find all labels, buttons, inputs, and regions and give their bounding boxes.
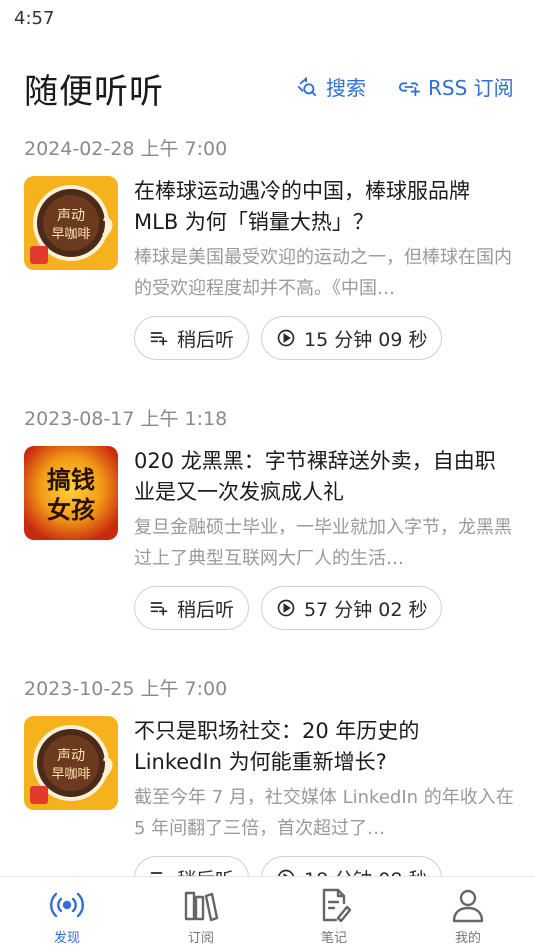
nav-label: 订阅 — [187, 931, 214, 946]
page-title: 随便听听 — [24, 72, 164, 112]
episode-description: 复旦金融硕士毕业，一毕业就加入字节，龙黑黑 过上了典型互联网大厂人的生活… — [134, 517, 512, 569]
svg-text:声动: 声动 — [57, 748, 85, 764]
listen-later-button[interactable]: 稍后听 — [134, 856, 250, 877]
duration-label: 15 分钟 09 秒 — [304, 328, 428, 351]
play-circle-icon — [277, 869, 295, 876]
play-circle-icon — [277, 329, 295, 347]
rss-subscribe-button[interactable]: RSS 订阅 — [398, 72, 514, 101]
nav-label: 发现 — [53, 931, 80, 946]
listen-later-label: 稍后听 — [177, 598, 235, 621]
episode-title[interactable]: 不只是职场社交：20 年历史的 LinkedIn 为何能重新增长? — [134, 716, 514, 778]
broadcast-icon — [50, 892, 84, 918]
svg-text:早咖啡: 早咖啡 — [51, 227, 90, 242]
episode-date: 2023-10-25 上午 7:00 — [24, 678, 228, 700]
nav-tab-discover[interactable]: 发现 — [27, 887, 107, 946]
episode-card[interactable]: 2023-10-25 上午 7:00 声动 早咖啡 不只是职场社交：20 年历史… — [0, 664, 535, 876]
episode-title[interactable]: 在棒球运动遇冷的中国，棒球服品牌 MLB 为何「销量大热」？ — [134, 176, 514, 238]
play-circle-icon — [277, 599, 295, 617]
search-button[interactable]: 搜索 — [296, 72, 366, 101]
person-icon — [452, 889, 484, 923]
coffee-cup-cover-icon: 声动 早咖啡 — [24, 716, 118, 810]
nav-label: 笔记 — [320, 931, 347, 946]
library-icon — [184, 891, 219, 922]
nav-tab-notes[interactable]: 笔记 — [294, 887, 374, 946]
podcast-cover-shengdong[interactable]: 声动 早咖啡 — [24, 716, 118, 810]
play-duration-button[interactable]: 18 分钟 08 秒 — [261, 856, 443, 877]
episode-date: 2023-08-17 上午 1:18 — [24, 408, 228, 430]
episode-feed[interactable]: 2024-02-28 上午 7:00 声动 早咖啡 在棒球运动遇冷的中国，棒球服… — [0, 124, 535, 876]
playlist-add-icon — [150, 602, 168, 616]
svg-text:声动: 声动 — [57, 208, 85, 224]
episode-description: 截至今年 7 月，社交媒体 LinkedIn 的年收入在 5 年间翻了三倍，首次… — [134, 787, 514, 839]
coffee-cup-cover-icon: 声动 早咖啡 — [24, 176, 118, 270]
header: 随便听听 搜索 RSS 订阅 — [0, 58, 535, 114]
search-icon — [297, 76, 317, 96]
listen-later-button[interactable]: 稍后听 — [134, 316, 250, 360]
bottom-navigation: 发现 订阅 笔记 我的 — [0, 876, 535, 951]
playlist-add-icon — [150, 872, 163, 874]
duration-label: 57 分钟 02 秒 — [304, 598, 428, 621]
play-duration-button[interactable]: 57 分钟 02 秒 — [261, 586, 443, 630]
status-time: 4:57 — [14, 8, 55, 29]
play-duration-button[interactable]: 15 分钟 09 秒 — [261, 316, 443, 360]
episode-description: 棒球是美国最受欢迎的运动之一，但棒球在国内的受欢迎程度却并不高。《中国… — [134, 247, 512, 299]
nav-tab-subscriptions[interactable]: 订阅 — [161, 887, 241, 946]
duration-label: 18 分钟 08 秒 — [304, 865, 427, 877]
status-bar: 4:57 — [0, 0, 535, 40]
gaoqian-cover-icon: 搞钱 女孩 — [24, 446, 118, 540]
podcast-cover-shengdong[interactable]: 声动 早咖啡 — [24, 176, 118, 270]
episode-card[interactable]: 2024-02-28 上午 7:00 声动 早咖啡 在棒球运动遇冷的中国，棒球服… — [0, 124, 535, 394]
listen-later-button[interactable]: 稍后听 — [134, 586, 250, 630]
listen-later-label: 稍后听 — [177, 865, 234, 877]
rss-label: RSS 订阅 — [428, 76, 514, 100]
episode-card[interactable]: 2023-08-17 上午 1:18 搞钱 女孩 020 龙黑黑：字节裸辞送外卖… — [0, 394, 535, 664]
podcast-cover-gaoqian[interactable]: 搞钱 女孩 — [24, 446, 118, 540]
svg-text:搞钱: 搞钱 — [47, 465, 95, 494]
playlist-add-icon — [150, 332, 168, 346]
svg-text:早咖啡: 早咖啡 — [51, 767, 90, 782]
svg-text:女孩: 女孩 — [47, 495, 95, 524]
nav-tab-profile[interactable]: 我的 — [428, 887, 508, 946]
nav-label: 我的 — [454, 931, 481, 946]
link-add-icon — [398, 81, 420, 96]
note-edit-icon — [322, 888, 352, 923]
listen-later-label: 稍后听 — [177, 328, 235, 351]
episode-date: 2024-02-28 上午 7:00 — [24, 138, 228, 160]
search-label: 搜索 — [326, 76, 366, 100]
episode-title[interactable]: 020 龙黑黑：字节裸辞送外卖，自由职业是又一次发疯成人礼 — [134, 446, 514, 508]
